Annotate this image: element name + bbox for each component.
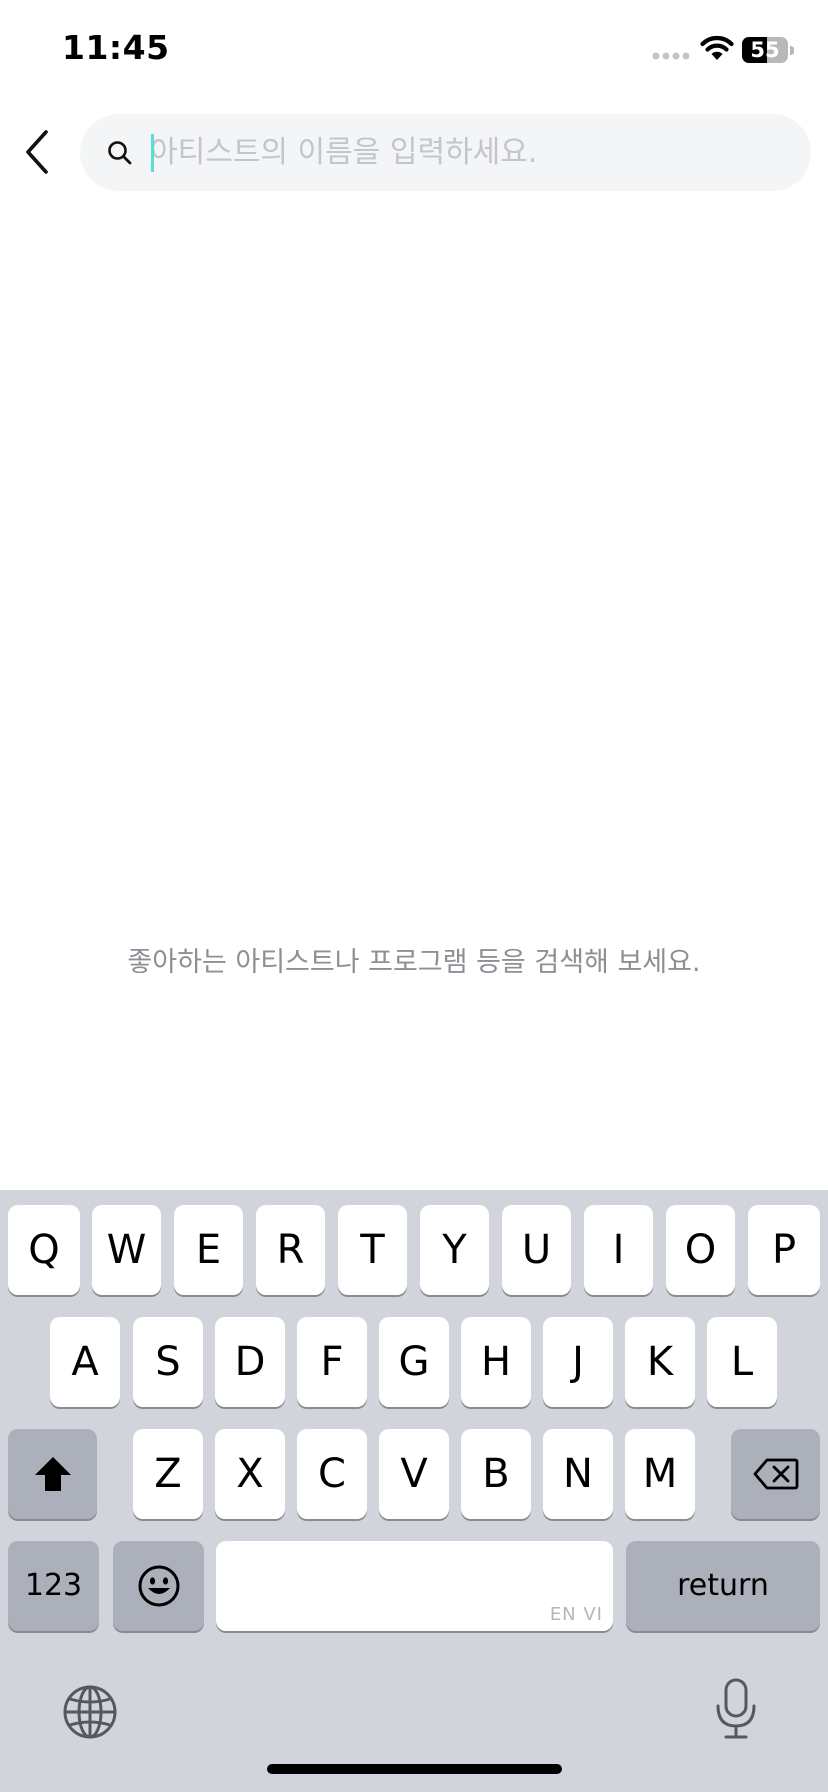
space-key[interactable]: EN VI xyxy=(216,1541,613,1631)
battery-icon: 55 xyxy=(742,37,794,63)
shift-icon xyxy=(35,1457,71,1491)
key-g[interactable]: G xyxy=(379,1317,449,1407)
battery-body: 55 xyxy=(742,37,788,63)
key-p[interactable]: P xyxy=(748,1205,820,1295)
key-r[interactable]: R xyxy=(256,1205,325,1295)
battery-level: 55 xyxy=(750,38,780,62)
backspace-key[interactable] xyxy=(731,1429,820,1519)
globe-icon[interactable] xyxy=(62,1684,118,1740)
search-icon xyxy=(108,141,132,165)
key-m[interactable]: M xyxy=(625,1429,695,1519)
text-caret xyxy=(151,134,154,172)
microphone-icon[interactable] xyxy=(714,1678,758,1740)
key-o[interactable]: O xyxy=(666,1205,735,1295)
back-arrow-icon xyxy=(26,130,48,174)
key-y[interactable]: Y xyxy=(420,1205,489,1295)
battery-tip xyxy=(790,46,794,55)
key-q[interactable]: Q xyxy=(8,1205,80,1295)
key-s[interactable]: S xyxy=(133,1317,203,1407)
keyboard-language-hint: EN VI xyxy=(549,1604,603,1625)
key-v[interactable]: V xyxy=(379,1429,449,1519)
signal-icon xyxy=(652,52,690,60)
wifi-icon xyxy=(700,35,734,60)
shift-key[interactable] xyxy=(8,1429,97,1519)
numbers-key[interactable]: 123 xyxy=(8,1541,99,1631)
key-z[interactable]: Z xyxy=(133,1429,203,1519)
app-screen: 11:45 55 아티스트의 이름을 입력하세요. 좋아하는 아티스트나 프로그… xyxy=(0,0,828,1792)
key-n[interactable]: N xyxy=(543,1429,613,1519)
key-j[interactable]: J xyxy=(543,1317,613,1407)
key-e[interactable]: E xyxy=(174,1205,243,1295)
key-t[interactable]: T xyxy=(338,1205,407,1295)
status-time: 11:45 xyxy=(62,28,170,67)
back-button[interactable] xyxy=(18,124,62,180)
key-d[interactable]: D xyxy=(215,1317,285,1407)
key-l[interactable]: L xyxy=(707,1317,777,1407)
empty-state-message: 좋아하는 아티스트나 프로그램 등을 검색해 보세요. xyxy=(127,947,701,978)
emoji-icon xyxy=(138,1565,180,1607)
search-bar[interactable] xyxy=(80,114,811,191)
key-k[interactable]: K xyxy=(625,1317,695,1407)
key-i[interactable]: I xyxy=(584,1205,653,1295)
key-h[interactable]: H xyxy=(461,1317,531,1407)
key-f[interactable]: F xyxy=(297,1317,367,1407)
emoji-key[interactable] xyxy=(113,1541,204,1631)
search-input[interactable] xyxy=(150,114,790,191)
key-w[interactable]: W xyxy=(92,1205,161,1295)
return-key[interactable]: return xyxy=(626,1541,820,1631)
status-bar: 11:45 55 xyxy=(0,0,828,100)
backspace-icon xyxy=(753,1458,799,1490)
key-a[interactable]: A xyxy=(50,1317,120,1407)
key-u[interactable]: U xyxy=(502,1205,571,1295)
keyboard: Q W E R T Y U I O P A S D F G H J K L Z … xyxy=(0,1190,828,1792)
key-b[interactable]: B xyxy=(461,1429,531,1519)
home-indicator[interactable] xyxy=(267,1764,562,1774)
key-x[interactable]: X xyxy=(215,1429,285,1519)
key-c[interactable]: C xyxy=(297,1429,367,1519)
